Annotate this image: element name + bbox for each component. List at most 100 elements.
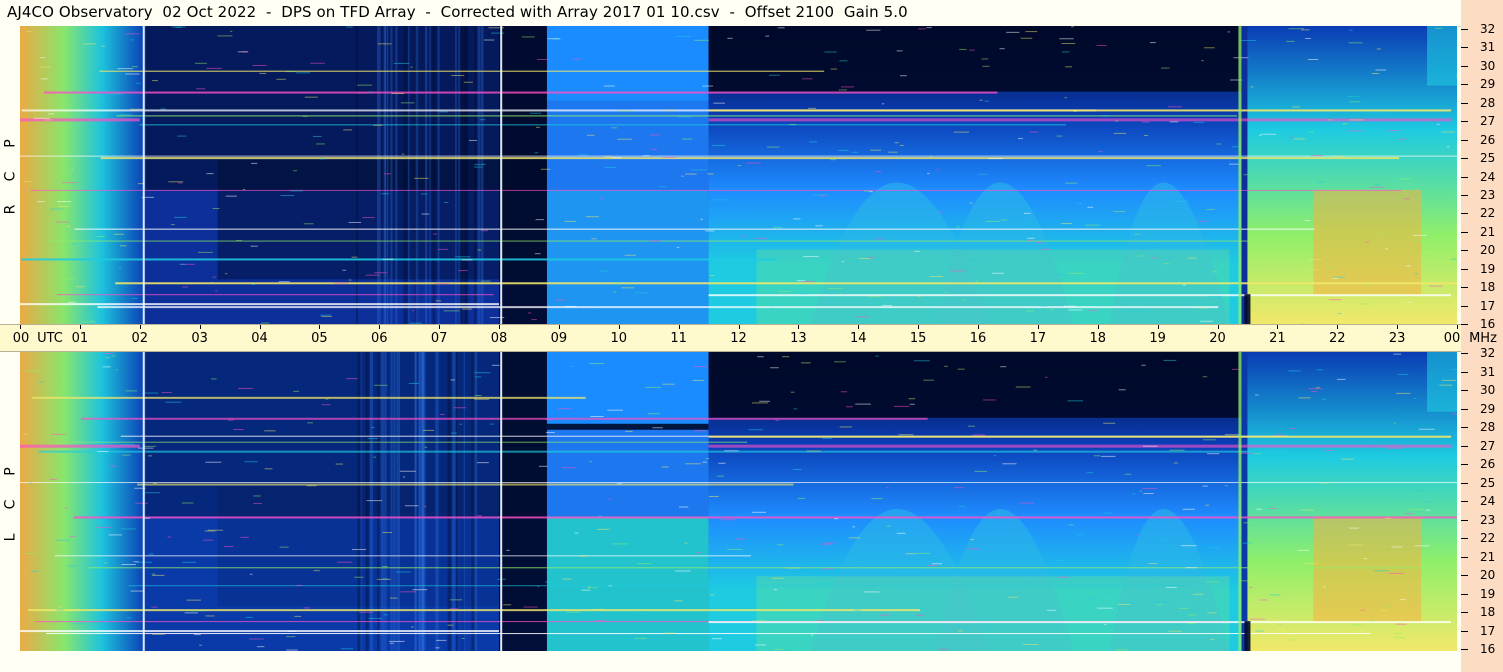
spectrogram-image	[20, 26, 1457, 324]
vertical-line-2020	[1238, 26, 1242, 324]
time-tick-label: 18	[1089, 331, 1107, 346]
freq-tick	[1461, 139, 1468, 141]
time-tick	[1337, 325, 1339, 329]
freq-tick	[1461, 593, 1468, 595]
freq-tick-label: 19	[1480, 586, 1496, 601]
freq-tick	[1461, 176, 1468, 178]
time-tick-label: 06	[370, 331, 388, 346]
freq-tick	[1461, 305, 1468, 307]
time-tick-label: 15	[909, 331, 927, 346]
time-tick-label: 09	[550, 331, 568, 346]
time-tick-label: 13	[790, 331, 807, 346]
freq-tick-label: 22	[1480, 531, 1496, 545]
freq-tick-label: 29	[1480, 401, 1496, 416]
freq-tick-label: 27	[1480, 438, 1496, 453]
freq-tick	[1461, 630, 1468, 632]
time-tick	[319, 325, 321, 329]
time-tick-label: 19	[1149, 331, 1166, 346]
time-tick	[139, 325, 141, 329]
freq-tick	[1461, 408, 1468, 410]
freq-tick-label: 26	[1480, 457, 1496, 471]
freq-tick	[1461, 371, 1468, 373]
freq-tick-label: 18	[1480, 605, 1496, 619]
time-tick	[379, 325, 381, 329]
freq-tick-label: 21	[1480, 224, 1496, 239]
time-tick-label: 14	[849, 331, 867, 346]
freq-tick	[1461, 575, 1468, 576]
freq-tick-label: 25	[1480, 475, 1496, 490]
time-tick-label: 05	[311, 331, 328, 346]
vertical-line-0802	[500, 26, 503, 324]
time-tick	[618, 325, 620, 329]
freq-tick	[1461, 268, 1468, 270]
freq-tick-label: 30	[1480, 383, 1496, 397]
time-tick	[439, 325, 441, 329]
time-tick	[79, 325, 81, 329]
freq-tick-label: 17	[1480, 623, 1496, 638]
freq-tick	[1461, 250, 1468, 252]
freq-tick-label: 17	[1480, 298, 1496, 313]
time-tick-label: 12	[730, 331, 747, 346]
time-tick-label: 22	[1328, 331, 1346, 346]
time-tick	[1277, 325, 1279, 329]
freq-tick	[1461, 29, 1468, 30]
time-tick	[20, 325, 21, 329]
freq-tick	[1461, 231, 1468, 233]
freq-tick-label: 28	[1480, 95, 1496, 110]
time-tick	[858, 325, 860, 329]
time-tick	[499, 325, 500, 329]
freq-tick	[1461, 427, 1468, 428]
time-tick	[558, 325, 560, 329]
time-tick-label: 17	[1029, 331, 1047, 346]
freq-tick-label: 16	[1480, 642, 1496, 656]
spectrogram-image	[20, 352, 1457, 651]
time-tick-label: 20	[1209, 331, 1226, 346]
mhz-unit-label: MHz	[1469, 331, 1497, 346]
time-tick-label: 01	[71, 331, 89, 346]
time-tick-label: 11	[670, 331, 687, 346]
freq-tick-label: 31	[1480, 40, 1496, 55]
freq-tick	[1461, 194, 1468, 196]
freq-tick	[1461, 353, 1468, 354]
time-tick	[738, 325, 740, 329]
freq-tick	[1461, 464, 1468, 465]
freq-tick	[1461, 538, 1468, 539]
freq-tick-label: 29	[1480, 77, 1496, 92]
vertical-line-0205	[142, 26, 145, 324]
time-tick-label: 02	[131, 331, 149, 346]
freq-tick	[1461, 121, 1468, 123]
plot-title: AJ4CO Observatory 02 Oct 2022 - DPS on T…	[7, 3, 908, 21]
time-tick	[1097, 325, 1099, 329]
freq-tick-label: 23	[1480, 512, 1496, 527]
polarization-letter: C	[2, 499, 19, 510]
freq-tick	[1461, 324, 1468, 325]
time-tick	[1157, 325, 1159, 329]
time-tick-label: 07	[430, 331, 448, 346]
polarization-letter: L	[2, 533, 19, 542]
freq-tick-label: 32	[1480, 22, 1496, 36]
time-tick-label: 08	[490, 331, 508, 346]
time-tick-label: 23	[1388, 331, 1406, 346]
freq-tick-label: 26	[1480, 132, 1496, 147]
freq-tick-label: 16	[1480, 317, 1496, 331]
time-tick-label: 00	[1443, 331, 1461, 346]
time-tick	[798, 325, 800, 329]
freq-tick-label: 32	[1480, 346, 1496, 360]
freq-tick	[1461, 102, 1468, 104]
time-tick-label: 03	[191, 331, 208, 346]
freq-tick-label: 19	[1480, 261, 1496, 276]
freq-tick-label: 20	[1480, 568, 1496, 582]
polarization-letter: R	[2, 204, 19, 215]
freq-tick-label: 31	[1480, 364, 1496, 379]
freq-tick	[1461, 649, 1468, 650]
freq-tick-label: 20	[1480, 243, 1496, 258]
freq-tick-label: 27	[1480, 114, 1496, 129]
time-tick	[259, 325, 261, 329]
time-tick	[199, 325, 201, 329]
freq-tick	[1461, 556, 1468, 558]
freq-tick	[1461, 84, 1468, 86]
time-tick	[1457, 325, 1458, 329]
time-tick-label: 21	[1269, 331, 1286, 346]
freq-tick	[1461, 47, 1468, 49]
freq-tick-label: 25	[1480, 151, 1496, 166]
